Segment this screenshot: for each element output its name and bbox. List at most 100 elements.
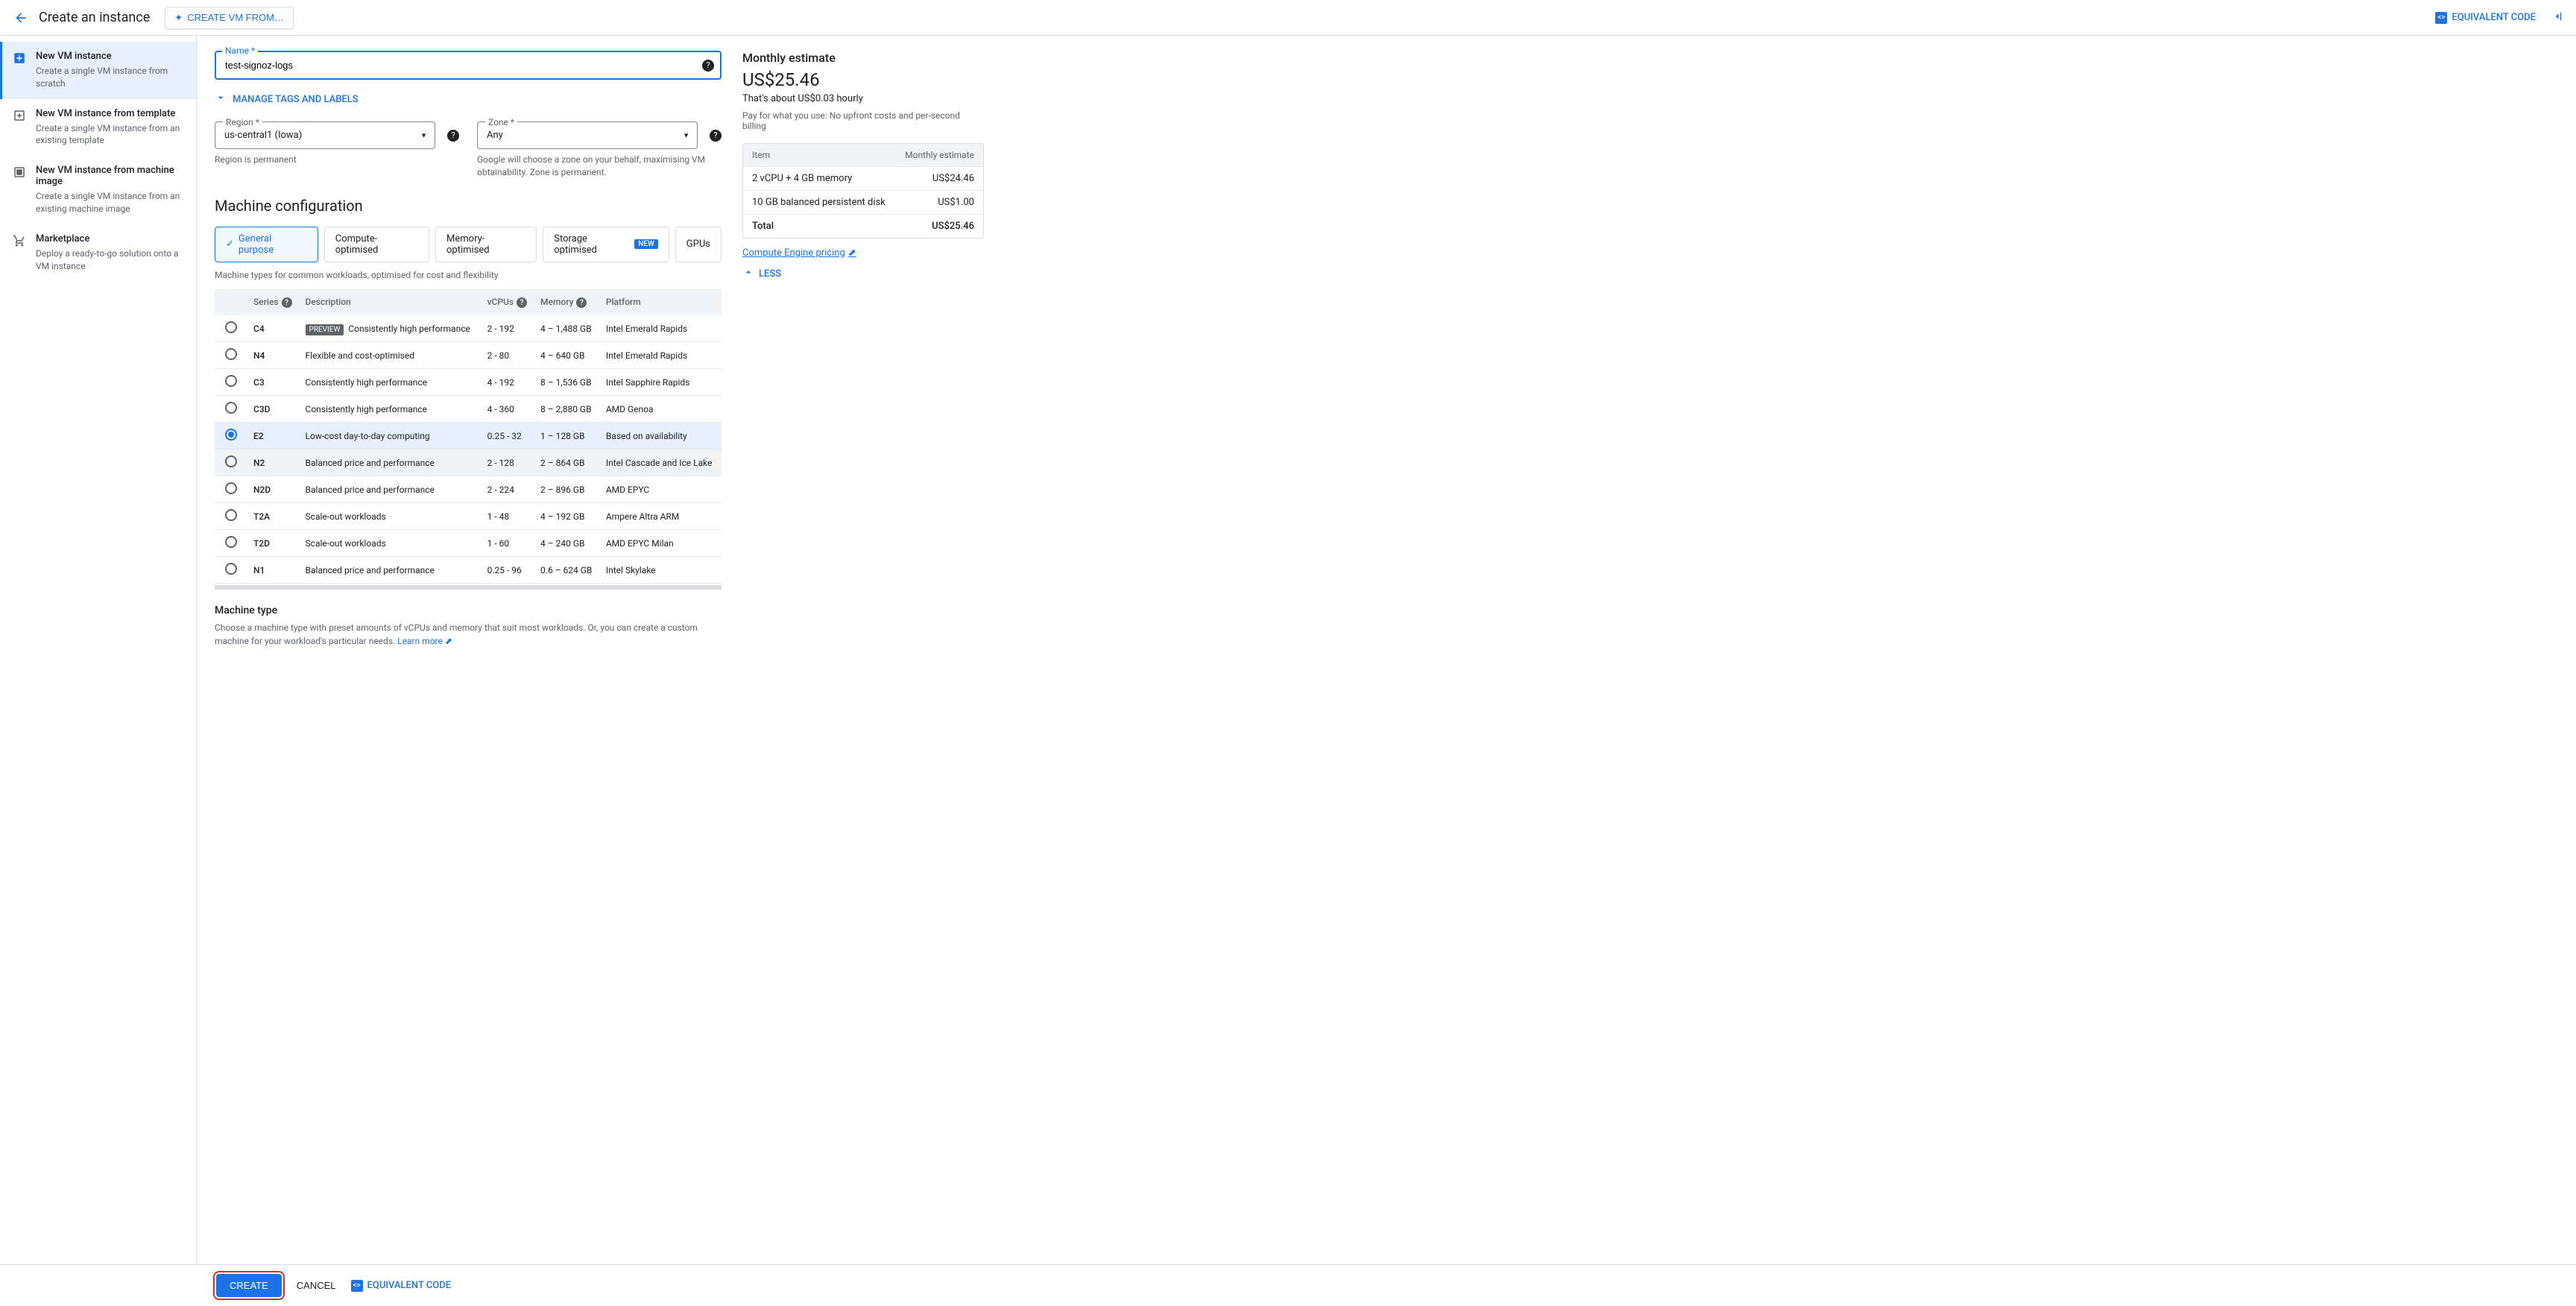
nav-item-2[interactable]: New VM instance from machine image Creat…	[0, 156, 196, 224]
zone-select[interactable]: Zone * Any	[477, 122, 698, 149]
machine-config-tabs: ✓General purposeCompute-optimisedMemory-…	[215, 227, 722, 262]
create-vm-from-button[interactable]: ✦ CREATE VM FROM…	[165, 7, 294, 29]
page-title: Create an instance	[39, 10, 150, 25]
zone-value: Any	[487, 130, 503, 141]
series-vcpus: 2 - 192	[482, 315, 534, 342]
series-platform: Intel Sapphire Rapids	[600, 369, 722, 396]
estimate-th-item: Item	[752, 150, 905, 160]
estimate-price: US$25.46	[742, 69, 984, 90]
series-name: T2A	[247, 503, 300, 530]
radio-button[interactable]	[225, 536, 237, 548]
nav-desc: Create a single VM instance from scratch	[36, 65, 184, 90]
check-icon: ✓	[226, 239, 234, 250]
series-row-n4[interactable]: N4 Flexible and cost-optimised 2 - 80 4 …	[215, 342, 722, 369]
tab-general-purpose[interactable]: ✓General purpose	[215, 227, 318, 262]
tab-label: GPUs	[686, 239, 710, 250]
radio-button[interactable]	[225, 375, 237, 387]
series-desc: Scale-out workloads	[300, 530, 482, 557]
series-platform: Based on availability	[600, 423, 722, 449]
tab-description: Machine types for common workloads, opti…	[215, 270, 722, 280]
name-field-label: Name *	[222, 45, 258, 56]
region-select[interactable]: Region * us-central1 (Iowa)	[215, 122, 435, 149]
nav-title: New VM instance	[36, 51, 184, 62]
learn-more-link[interactable]: Learn more ⬈	[397, 636, 452, 646]
nav-item-1[interactable]: New VM instance from template Create a s…	[0, 99, 196, 157]
back-arrow-icon[interactable]	[12, 9, 30, 27]
image-box-icon	[12, 165, 27, 180]
zone-hint: Google will choose a zone on your behalf…	[477, 154, 722, 179]
external-link-icon: ⬈	[445, 636, 452, 646]
series-memory: 4 – 640 GB	[534, 342, 600, 369]
series-platform: Intel Emerald Rapids	[600, 315, 722, 342]
series-row-n1[interactable]: N1 Balanced price and performance 0.25 -…	[215, 557, 722, 584]
estimate-hourly: That's about US$0.03 hourly	[742, 93, 984, 104]
machine-config-heading: Machine configuration	[215, 197, 722, 215]
series-row-c3[interactable]: C3 Consistently high performance 4 - 192…	[215, 369, 722, 396]
nav-desc: Create a single VM instance from an exis…	[36, 122, 184, 148]
series-platform: Ampere Altra ARM	[600, 503, 722, 530]
radio-button[interactable]	[225, 321, 237, 333]
collapse-panel-icon[interactable]	[2551, 10, 2564, 26]
equivalent-code-label: EQUIVALENT CODE	[367, 1280, 452, 1291]
compute-pricing-link[interactable]: Compute Engine pricing ⬈	[742, 247, 856, 259]
nav-item-3[interactable]: Marketplace Deploy a ready-to-go solutio…	[0, 224, 196, 282]
chevron-down-icon	[215, 92, 227, 107]
horizontal-scrollbar[interactable]	[215, 585, 722, 590]
create-vm-from-label: CREATE VM FROM…	[187, 12, 284, 23]
estimate-row: 2 vCPU + 4 GB memoryUS$24.46	[743, 166, 983, 190]
nav-item-0[interactable]: New VM instance Create a single VM insta…	[0, 42, 196, 99]
series-name: N2D	[247, 476, 300, 503]
nav-desc: Deploy a ready-to-go solution onto a VM …	[36, 247, 184, 273]
series-platform: AMD EPYC	[600, 476, 722, 503]
tab-gpus[interactable]: GPUs	[675, 227, 722, 262]
help-icon[interactable]: ?	[702, 60, 714, 72]
tab-compute-optimised[interactable]: Compute-optimised	[324, 227, 429, 262]
series-row-c4[interactable]: C4 PREVIEWConsistently high performance …	[215, 315, 722, 342]
series-name: N4	[247, 342, 300, 369]
create-button[interactable]: CREATE	[216, 1274, 282, 1297]
tab-memory-optimised[interactable]: Memory-optimised	[435, 227, 537, 262]
estimate-table: Item Monthly estimate 2 vCPU + 4 GB memo…	[742, 143, 984, 239]
help-icon[interactable]: ?	[447, 130, 459, 142]
series-row-n2[interactable]: N2 Balanced price and performance 2 - 12…	[215, 449, 722, 476]
less-toggle[interactable]: LESS	[742, 266, 984, 281]
radio-button[interactable]	[225, 348, 237, 360]
equivalent-code-button-top[interactable]: <> EQUIVALENT CODE	[2435, 12, 2536, 24]
machine-type-title: Machine type	[215, 605, 722, 616]
help-icon[interactable]: ?	[282, 297, 292, 308]
series-vcpus: 1 - 48	[482, 503, 534, 530]
series-desc: Balanced price and performance	[300, 557, 482, 584]
tab-storage-optimised[interactable]: Storage optimisedNEW	[543, 227, 669, 262]
new-badge: NEW	[634, 239, 658, 249]
estimate-row: 10 GB balanced persistent diskUS$1.00	[743, 190, 983, 214]
less-label: LESS	[759, 268, 781, 280]
series-row-t2a[interactable]: T2A Scale-out workloads 1 - 48 4 – 192 G…	[215, 503, 722, 530]
series-row-n2d[interactable]: N2D Balanced price and performance 2 - 2…	[215, 476, 722, 503]
series-vcpus: 1 - 60	[482, 530, 534, 557]
series-row-t2d[interactable]: T2D Scale-out workloads 1 - 60 4 – 240 G…	[215, 530, 722, 557]
series-memory: 4 – 192 GB	[534, 503, 600, 530]
radio-button[interactable]	[225, 455, 237, 467]
name-input[interactable]	[215, 51, 722, 80]
help-icon[interactable]: ?	[517, 297, 527, 308]
radio-button[interactable]	[225, 402, 237, 414]
manage-tags-label: MANAGE TAGS AND LABELS	[233, 94, 359, 105]
series-memory: 2 – 896 GB	[534, 476, 600, 503]
radio-button[interactable]	[225, 563, 237, 575]
series-desc: Consistently high performance	[300, 369, 482, 396]
series-desc: PREVIEWConsistently high performance	[300, 315, 482, 342]
radio-button[interactable]	[225, 509, 237, 521]
series-name: T2D	[247, 530, 300, 557]
estimate-item: Total	[752, 221, 932, 232]
cancel-button[interactable]: CANCEL	[297, 1280, 336, 1291]
manage-tags-toggle[interactable]: MANAGE TAGS AND LABELS	[215, 92, 722, 107]
series-desc: Low-cost day-to-day computing	[300, 423, 482, 449]
series-row-c3d[interactable]: C3D Consistently high performance 4 - 36…	[215, 396, 722, 423]
radio-button[interactable]	[225, 482, 237, 494]
help-icon[interactable]: ?	[576, 297, 587, 308]
series-name: C3	[247, 369, 300, 396]
series-row-e2[interactable]: E2 Low-cost day-to-day computing 0.25 - …	[215, 423, 722, 449]
radio-button[interactable]	[225, 429, 237, 441]
help-icon[interactable]: ?	[710, 130, 722, 142]
equivalent-code-button-footer[interactable]: <> EQUIVALENT CODE	[351, 1280, 452, 1292]
